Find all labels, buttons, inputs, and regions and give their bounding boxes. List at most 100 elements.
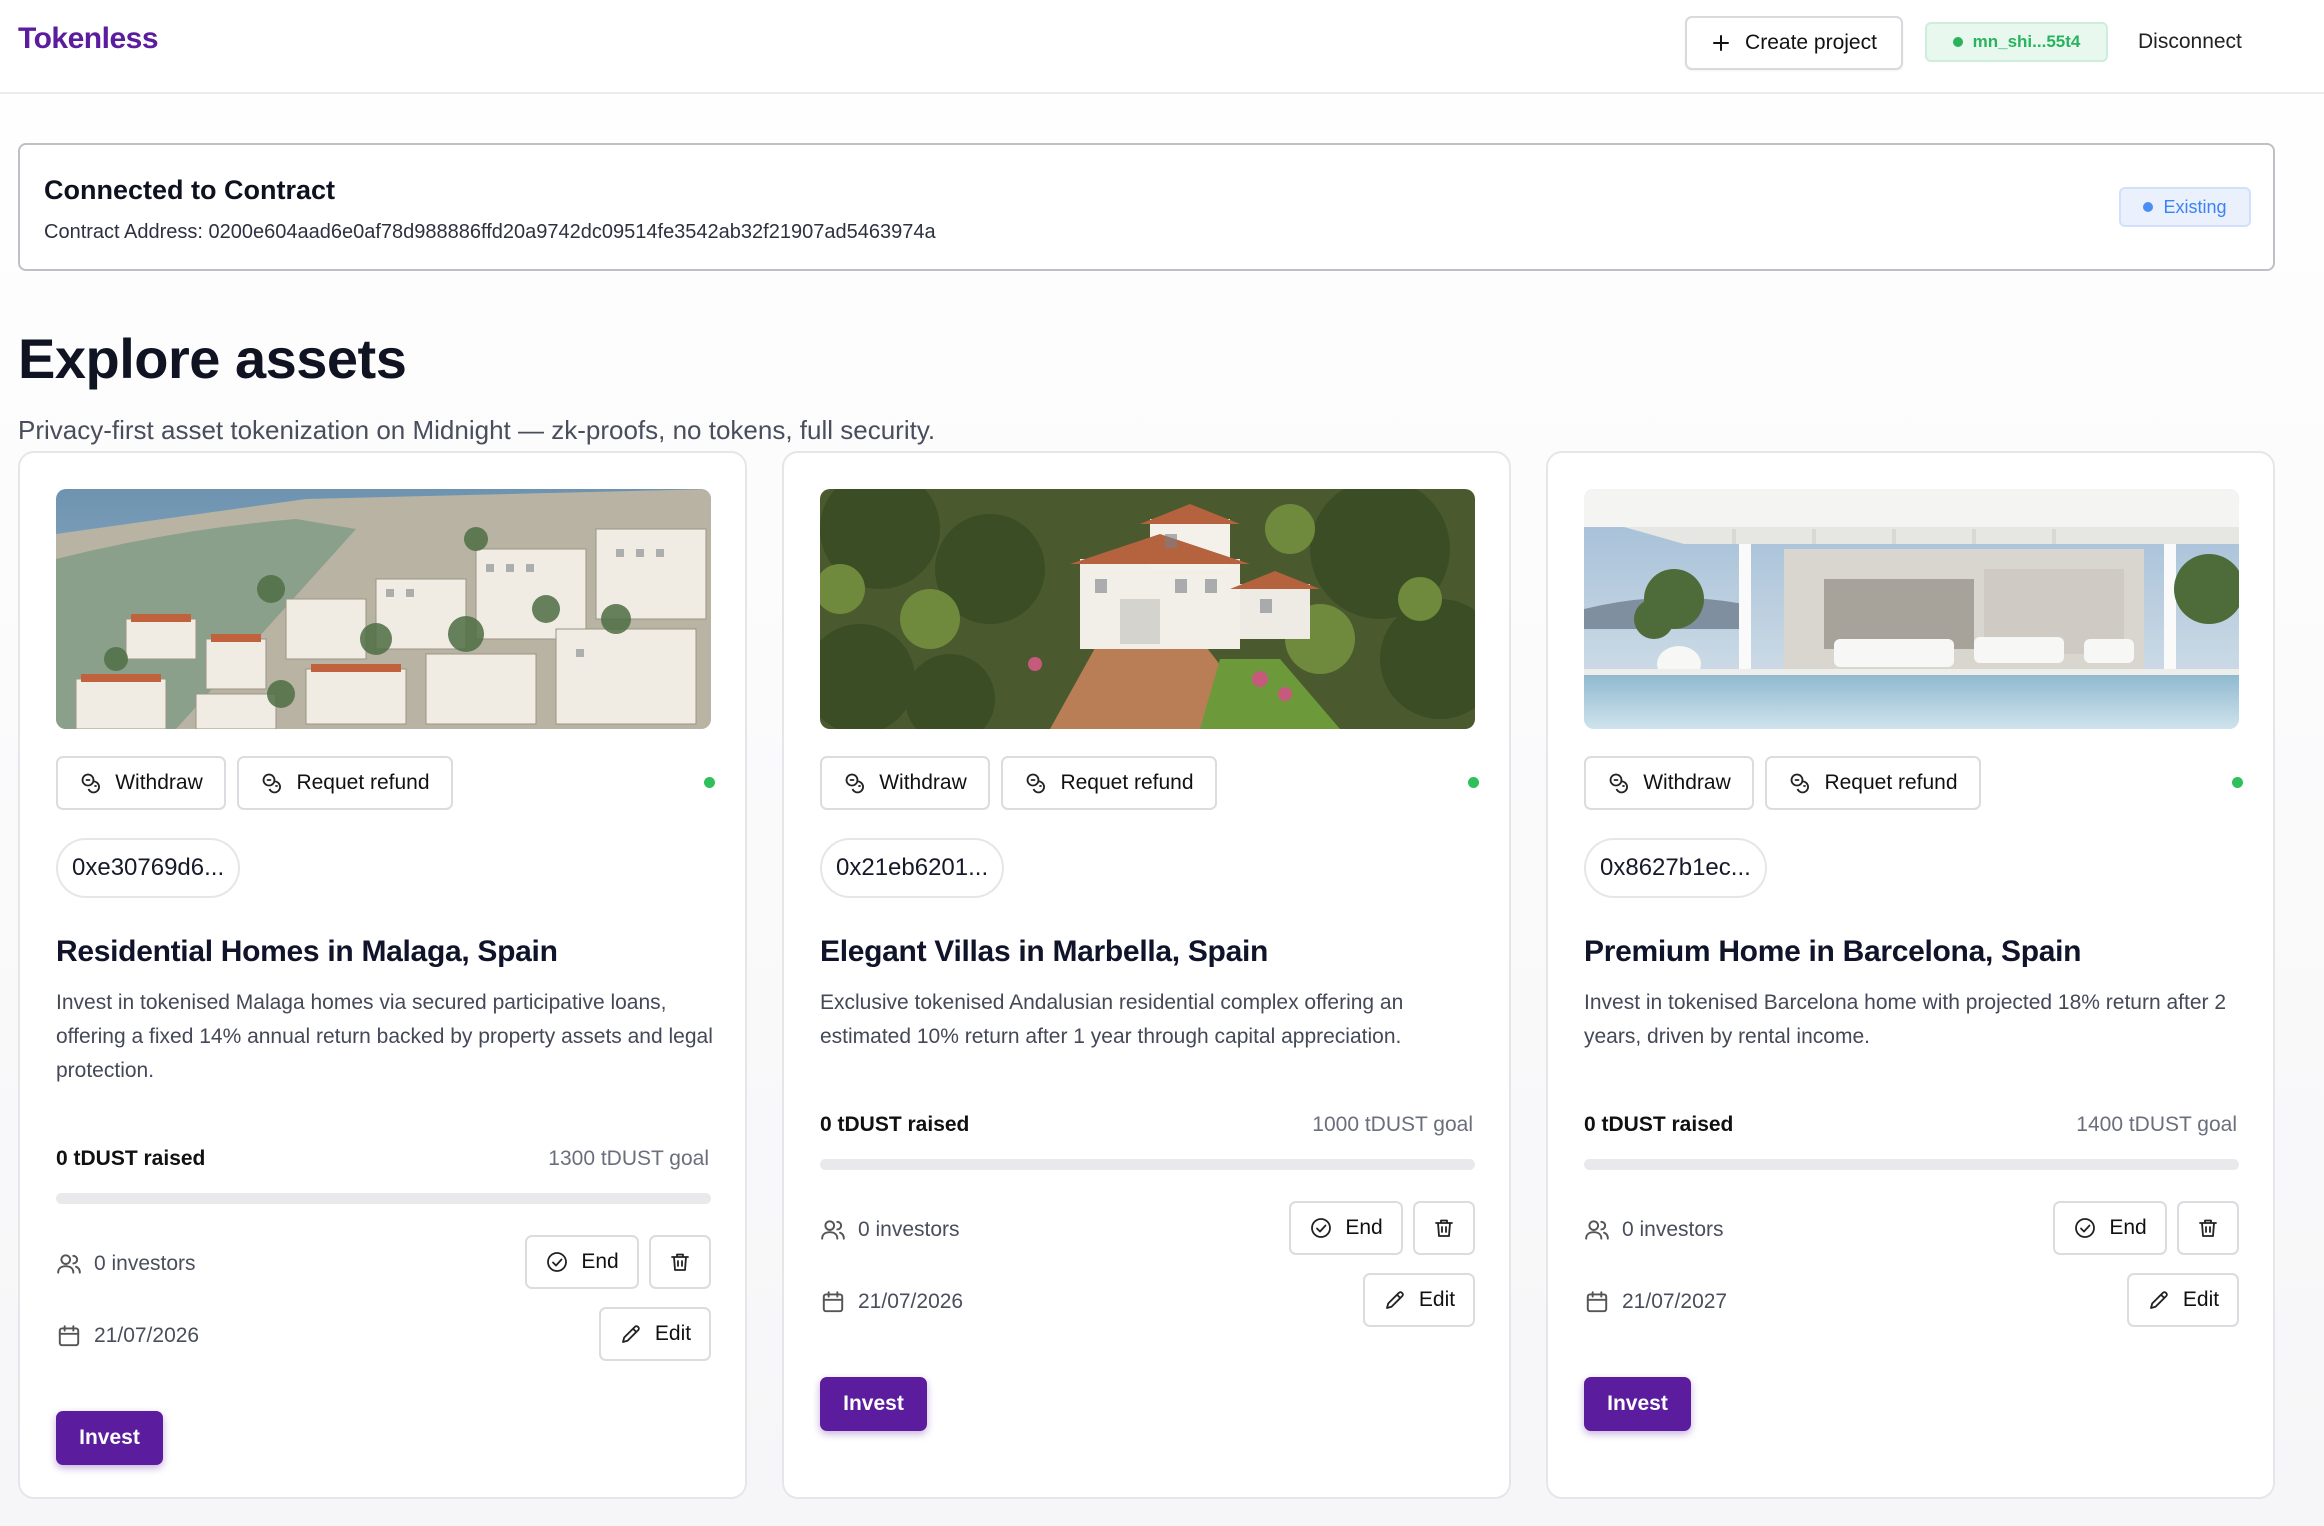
edit-button[interactable]: Edit xyxy=(599,1307,711,1361)
contract-panel: Connected to Contract Contract Address: … xyxy=(18,143,2275,271)
asset-title: Residential Homes in Malaga, Spain xyxy=(56,935,558,968)
investors-count: 0 investors xyxy=(1584,1217,1724,1243)
investors-label: 0 investors xyxy=(94,1252,196,1275)
withdraw-label: Withdraw xyxy=(1643,771,1731,794)
withdraw-button[interactable]: Withdraw xyxy=(820,756,990,810)
end-button[interactable]: End xyxy=(1289,1201,1403,1255)
coins-icon xyxy=(1788,771,1812,795)
asset-image[interactable] xyxy=(1584,489,2239,729)
refund-button[interactable]: Requet refund xyxy=(1765,756,1981,810)
trash-icon xyxy=(668,1250,692,1274)
funding-progress-bar xyxy=(820,1159,1475,1170)
investors-label: 0 investors xyxy=(858,1218,960,1241)
end-label: End xyxy=(2109,1216,2147,1239)
asset-id-pill: 0x8627b1ec... xyxy=(1584,838,1767,898)
asset-title: Premium Home in Barcelona, Spain xyxy=(1584,935,2082,968)
contract-title: Connected to Contract xyxy=(44,175,336,205)
asset-description: Exclusive tokenised Andalusian residenti… xyxy=(820,991,1404,1048)
modern-pool-house-photo xyxy=(1584,489,2239,729)
edit-button[interactable]: Edit xyxy=(2127,1273,2239,1327)
contract-address: Contract Address: 0200e604aad6e0af78d988… xyxy=(44,221,936,243)
raised-amount: 0 tDUST raised xyxy=(1584,1113,1734,1136)
edit-label: Edit xyxy=(2182,1288,2220,1311)
wallet-address: mn_shi...55t4 xyxy=(1972,32,2081,51)
end-date: 21/07/2027 xyxy=(1584,1289,1727,1315)
refund-button[interactable]: Requet refund xyxy=(237,756,453,810)
goal-amount: 1000 tDUST goal xyxy=(1312,1113,1473,1136)
edit-button[interactable]: Edit xyxy=(1363,1273,1475,1327)
status-dot xyxy=(1468,777,1479,788)
asset-id-pill: 0xe30769d6... xyxy=(56,838,241,898)
check-circle-icon xyxy=(545,1250,569,1274)
funding-progress-bar xyxy=(1584,1159,2239,1170)
villa-garden-photo xyxy=(820,489,1475,729)
wallet-badge: mn_shi...55t4 xyxy=(1925,22,2108,62)
investors-count: 0 investors xyxy=(820,1217,960,1243)
end-button[interactable]: End xyxy=(2053,1201,2167,1255)
edit-label: Edit xyxy=(654,1322,692,1345)
check-circle-icon xyxy=(1309,1216,1333,1240)
investors-label: 0 investors xyxy=(1622,1218,1724,1241)
date-label: 21/07/2027 xyxy=(1622,1290,1728,1313)
coins-icon xyxy=(1607,771,1631,795)
coastal-town-photo xyxy=(56,489,711,729)
funding-progress-bar xyxy=(56,1193,711,1204)
delete-button[interactable] xyxy=(1413,1201,1475,1255)
contract-status-label: Existing xyxy=(2163,196,2227,217)
users-icon xyxy=(56,1251,82,1277)
coins-icon xyxy=(843,771,867,795)
asset-description: Invest in tokenised Malaga homes via sec… xyxy=(56,991,713,1082)
end-date: 21/07/2026 xyxy=(820,1289,963,1315)
wallet-status-dot xyxy=(1952,37,1963,47)
top-bar: Tokenless Create project mn_shi...55t4 D… xyxy=(0,0,2324,94)
refund-label: Requet refund xyxy=(1060,771,1194,794)
users-icon xyxy=(1584,1217,1610,1243)
invest-button[interactable]: Invest xyxy=(56,1411,163,1465)
disconnect-button[interactable]: Disconnect xyxy=(2128,28,2252,56)
calendar-icon xyxy=(56,1323,82,1349)
status-dot xyxy=(2143,202,2154,212)
users-icon xyxy=(820,1217,846,1243)
check-circle-icon xyxy=(2073,1216,2097,1240)
delete-button[interactable] xyxy=(649,1235,711,1289)
status-dot xyxy=(2232,777,2243,788)
asset-card: Withdraw Requet refund 0x8627b1ec... Pre… xyxy=(1546,451,2275,1499)
date-label: 21/07/2026 xyxy=(94,1324,200,1347)
end-label: End xyxy=(581,1250,619,1273)
investors-count: 0 investors xyxy=(56,1251,196,1277)
goal-amount: 1400 tDUST goal xyxy=(2076,1113,2237,1136)
pencil-icon xyxy=(1383,1288,1407,1312)
delete-button[interactable] xyxy=(2177,1201,2239,1255)
invest-button[interactable]: Invest xyxy=(1584,1377,1691,1431)
calendar-icon xyxy=(820,1289,846,1315)
asset-image[interactable] xyxy=(820,489,1475,729)
plus-icon xyxy=(1713,35,1730,51)
raised-amount: 0 tDUST raised xyxy=(56,1147,206,1170)
refund-button[interactable]: Requet refund xyxy=(1001,756,1217,810)
coins-icon xyxy=(79,771,103,795)
withdraw-button[interactable]: Withdraw xyxy=(56,756,226,810)
page-title: Explore assets xyxy=(18,327,407,390)
asset-image[interactable] xyxy=(56,489,711,729)
refund-label: Requet refund xyxy=(296,771,430,794)
end-label: End xyxy=(1345,1216,1383,1239)
status-dot xyxy=(704,777,715,788)
end-date: 21/07/2026 xyxy=(56,1323,199,1349)
asset-id-pill: 0x21eb6201... xyxy=(820,838,1005,898)
page-subtitle: Privacy-first asset tokenization on Midn… xyxy=(18,415,936,445)
create-project-button[interactable]: Create project xyxy=(1685,16,1903,70)
edit-label: Edit xyxy=(1418,1288,1456,1311)
end-button[interactable]: End xyxy=(525,1235,639,1289)
asset-description: Invest in tokenised Barcelona home with … xyxy=(1584,991,2227,1048)
contract-status-badge: Existing xyxy=(2119,187,2251,227)
asset-card: Withdraw Requet refund 0x21eb6201... Ele… xyxy=(782,451,1511,1499)
brand-logo[interactable]: Tokenless xyxy=(18,22,159,56)
withdraw-button[interactable]: Withdraw xyxy=(1584,756,1754,810)
invest-button[interactable]: Invest xyxy=(820,1377,927,1431)
withdraw-label: Withdraw xyxy=(879,771,967,794)
trash-icon xyxy=(1432,1216,1456,1240)
coins-icon xyxy=(1024,771,1048,795)
trash-icon xyxy=(2196,1216,2220,1240)
refund-label: Requet refund xyxy=(1824,771,1958,794)
pencil-icon xyxy=(2147,1288,2171,1312)
